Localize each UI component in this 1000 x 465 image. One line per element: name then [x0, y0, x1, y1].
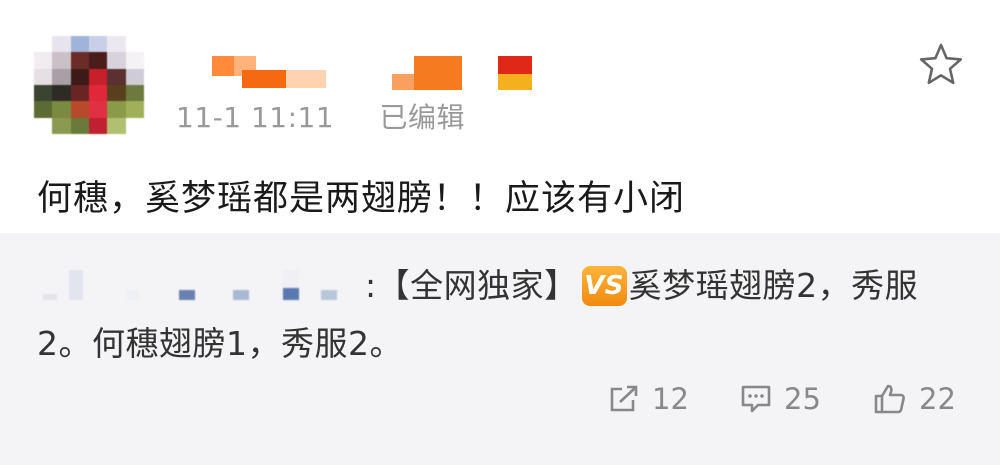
post-content: 何穗，奚梦瑶都是两翅膀！！应该有小闭 — [37, 179, 686, 219]
repost-tag: 【全网独家】 — [376, 266, 578, 305]
share-icon — [610, 385, 638, 412]
post-card: 11-1 11:11 已编辑 何穗，奚梦瑶都是两翅膀！！应该有小闭 — [0, 0, 1000, 233]
comment-button[interactable]: 25 — [740, 379, 821, 419]
avatar[interactable] — [34, 36, 144, 134]
like-count: 22 — [919, 382, 956, 416]
comment-count: 25 — [784, 382, 821, 416]
like-icon — [874, 384, 905, 414]
edited-label[interactable]: 已编辑 — [380, 101, 466, 134]
vs-badge-icon: VS — [581, 265, 627, 306]
comment-icon — [741, 385, 771, 413]
repost-text: :【全网独家】 VS 奚梦瑶翅膀2，秀服2。何穗翅膀1，秀服2。 — [37, 257, 967, 373]
share-button[interactable]: 12 — [608, 379, 689, 419]
repost-card[interactable]: :【全网独家】 VS 奚梦瑶翅膀2，秀服2。何穗翅膀1，秀服2。 12 25 22 — [0, 233, 1000, 465]
username-blurred[interactable] — [212, 52, 552, 92]
post-meta: 11-1 11:11 已编辑 — [176, 96, 465, 136]
repost-author-blurred[interactable] — [37, 268, 365, 308]
share-count: 12 — [652, 382, 689, 416]
star-icon[interactable] — [918, 42, 964, 86]
post-timestamp: 11-1 11:11 — [176, 101, 335, 134]
like-button[interactable]: 22 — [873, 379, 956, 419]
repost-separator: : — [365, 266, 377, 305]
